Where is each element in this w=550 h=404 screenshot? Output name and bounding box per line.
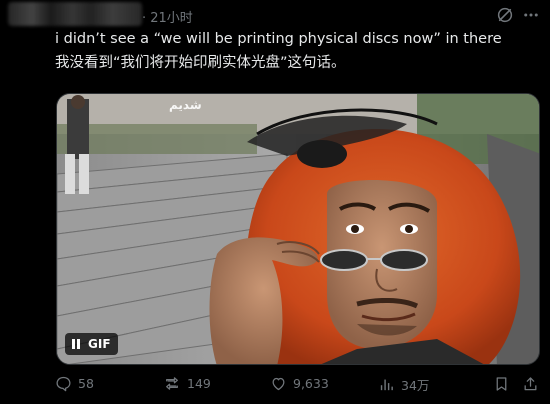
- gif-badge[interactable]: GIF: [65, 333, 118, 355]
- reply-count: 58: [78, 376, 94, 391]
- gif-media[interactable]: شديم GIF: [56, 93, 540, 365]
- more-dots-icon[interactable]: [521, 6, 541, 24]
- share-icon: [524, 377, 537, 391]
- repost-count: 149: [187, 376, 211, 391]
- tweet-text-translation: 我没看到“我们将开始印刷实体光盘”这句话。: [55, 55, 346, 71]
- reply-button[interactable]: 58: [55, 375, 94, 392]
- tweet-text-english: i didn’t see a “we will be printing phys…: [55, 31, 502, 47]
- bookmark-button[interactable]: [493, 375, 510, 393]
- tweet-header: · 21小时: [0, 0, 550, 28]
- gif-frame: [57, 94, 539, 364]
- like-count: 9,633: [293, 376, 329, 391]
- action-bar: 58 149 9,633 34万: [0, 375, 550, 397]
- watermark-text: شديم: [169, 98, 202, 112]
- repost-icon: [166, 377, 178, 390]
- grok-icon[interactable]: [496, 6, 514, 24]
- tweet: · 21小时 i didn’t see a “we will be printi…: [0, 0, 550, 404]
- pause-icon[interactable]: [71, 338, 81, 350]
- views-icon: [380, 379, 393, 391]
- share-button[interactable]: [522, 375, 539, 393]
- gif-label: GIF: [88, 337, 111, 351]
- views-button[interactable]: 34万: [378, 375, 429, 394]
- heart-icon: [272, 377, 285, 391]
- repost-button[interactable]: 149: [163, 375, 211, 392]
- reply-icon: [56, 376, 71, 392]
- like-button[interactable]: 9,633: [270, 375, 329, 392]
- timestamp[interactable]: · 21小时: [142, 7, 193, 26]
- view-count: 34万: [401, 378, 430, 393]
- blurred-username[interactable]: [8, 2, 142, 26]
- bookmark-icon: [496, 377, 507, 391]
